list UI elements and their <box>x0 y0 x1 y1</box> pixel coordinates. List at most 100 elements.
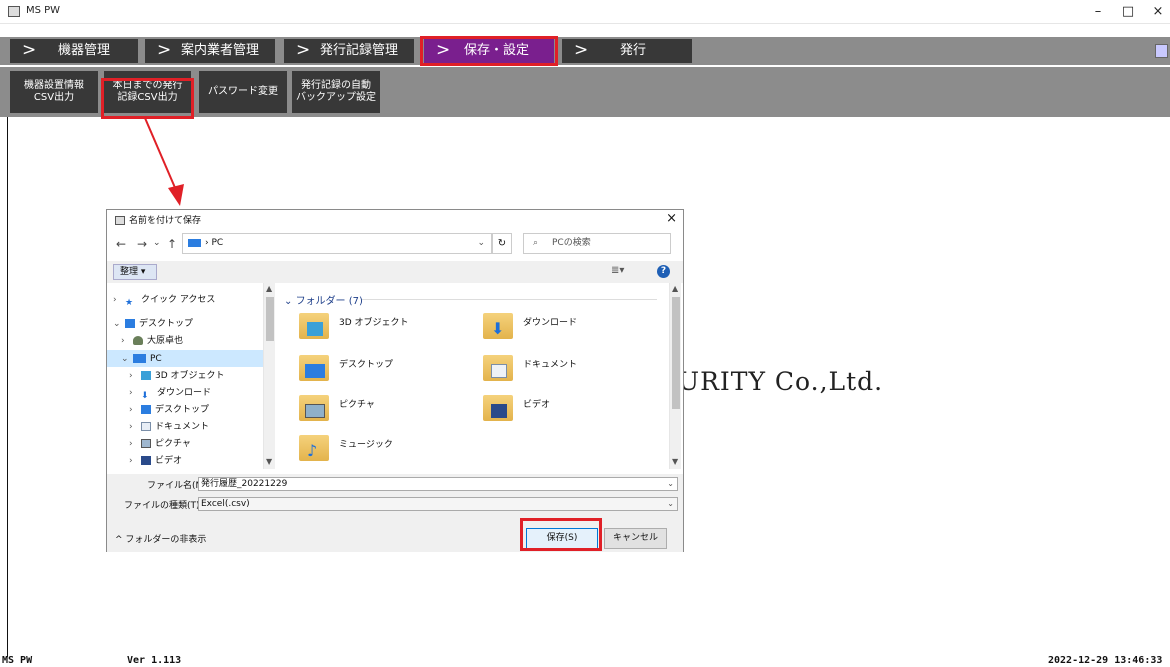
help-icon[interactable]: ? <box>657 265 670 278</box>
tab-save-settings[interactable]: > 保存・設定 <box>424 39 554 63</box>
status-app-name: MS PW <box>2 655 33 666</box>
close-button[interactable]: × <box>1143 2 1170 22</box>
view-options-icon[interactable]: ≣▾ <box>611 265 624 276</box>
filetype-value: Excel(.csv) <box>201 499 250 509</box>
folder-documents[interactable]: ドキュメント <box>483 353 663 389</box>
folder-icon <box>299 355 329 381</box>
auto-backup-settings-button[interactable]: 発行記録の自動 バックアップ設定 <box>292 71 380 113</box>
organize-button[interactable]: 整理 ▾ <box>113 264 157 280</box>
files-scrollbar[interactable]: ▲ ▼ <box>669 283 681 469</box>
folder-label: デスクトップ <box>339 360 394 370</box>
dialog-title: 名前を付けて保存 <box>115 213 201 226</box>
dialog-close-icon[interactable]: × <box>666 211 677 226</box>
chevron-down-icon[interactable]: ⌄ <box>284 296 296 307</box>
folder-label: ミュージック <box>339 440 393 450</box>
cancel-button[interactable]: キャンセル <box>604 528 667 549</box>
folder-videos[interactable]: ビデオ <box>483 393 663 429</box>
download-arrow-icon: ⬇ <box>491 319 505 338</box>
scroll-up-icon[interactable]: ▲ <box>266 284 272 293</box>
scroll-thumb[interactable] <box>266 297 274 341</box>
address-bar[interactable]: › PC ⌄ <box>182 233 492 254</box>
folder-group-header: ⌄ フォルダー (7) <box>284 292 657 307</box>
expand-arrow-icon[interactable]: › <box>113 292 125 308</box>
refresh-button[interactable]: ↻ <box>492 233 512 254</box>
tree-item-3d-objects[interactable]: › 3D オブジェクト <box>129 368 225 384</box>
up-arrow-icon[interactable]: ↑ <box>167 237 177 251</box>
tree-item-desktop-2[interactable]: › デスクトップ <box>129 402 209 418</box>
expand-arrow-icon[interactable]: › <box>129 368 141 384</box>
chevron-down-icon[interactable]: ⌄ <box>477 234 485 253</box>
folder-3d-objects[interactable]: 3D オブジェクト <box>299 311 479 347</box>
back-arrow-icon[interactable]: ← <box>116 237 126 251</box>
desktop-icon <box>125 319 135 328</box>
tab-label: 機器管理 <box>58 43 111 58</box>
picture-icon <box>141 439 151 448</box>
tree-item-desktop[interactable]: ⌄ デスクトップ <box>113 316 193 332</box>
change-password-button[interactable]: パスワード変更 <box>199 71 287 113</box>
tab-equipment[interactable]: > 機器管理 <box>10 39 138 63</box>
folder-label: ダウンロード <box>523 318 578 328</box>
expand-arrow-icon[interactable]: ⌄ <box>121 351 133 367</box>
recent-chevron-icon[interactable]: ⌄ <box>153 238 161 248</box>
chevron-right-icon: > <box>157 40 172 60</box>
tree-item-downloads[interactable]: › ⬇ ダウンロード <box>129 385 211 401</box>
folder-icon <box>483 355 513 381</box>
chevron-right-icon: > <box>574 40 589 60</box>
tab-guide-vendors[interactable]: > 案内業者管理 <box>145 39 275 63</box>
expand-arrow-icon[interactable]: › <box>129 385 141 401</box>
tree-scrollbar[interactable]: ▲ ▼ <box>263 283 275 469</box>
chevron-up-icon: ^ <box>115 535 126 545</box>
desktop-icon <box>305 364 325 378</box>
scroll-thumb[interactable] <box>672 297 680 409</box>
maximize-button[interactable]: □ <box>1113 2 1143 22</box>
star-icon: ★ <box>125 298 134 308</box>
tab-issue[interactable]: > 発行 <box>562 39 692 63</box>
expand-arrow-icon[interactable]: › <box>129 453 141 469</box>
tree-label: 大原卓也 <box>147 336 184 346</box>
expand-arrow-icon[interactable]: › <box>129 419 141 435</box>
tab-label: 発行記録管理 <box>320 43 399 58</box>
chevron-right-icon: > <box>22 40 37 60</box>
status-version: Ver 1.113 <box>127 655 182 666</box>
folder-icon <box>483 395 513 421</box>
filetype-select[interactable]: Excel(.csv) ⌄ <box>198 497 678 511</box>
scroll-down-icon[interactable]: ▼ <box>672 457 678 466</box>
save-button[interactable]: 保存(S) <box>526 528 598 549</box>
chevron-down-icon[interactable]: ⌄ <box>667 498 674 510</box>
tree-item-quick-access[interactable]: › ★ クイック アクセス <box>113 292 215 308</box>
tree-item-videos[interactable]: › ビデオ <box>129 453 182 469</box>
hide-folders-toggle[interactable]: ^ フォルダーの非表示 <box>115 532 206 545</box>
expand-arrow-icon[interactable]: › <box>129 436 141 452</box>
dialog-icon <box>115 216 125 225</box>
export-issue-records-csv-button[interactable]: 本日までの発行 記録CSV出力 <box>104 71 191 113</box>
scroll-down-icon[interactable]: ▼ <box>266 457 272 466</box>
dialog-toolbar: 整理 ▾ ≣▾ ? <box>107 261 683 283</box>
folder-label: 3D オブジェクト <box>339 318 409 328</box>
expand-arrow-icon[interactable]: › <box>129 402 141 418</box>
search-input[interactable]: ⌕ PCの検索 <box>523 233 671 254</box>
tab-label: 保存・設定 <box>464 43 530 58</box>
minimize-button[interactable]: – <box>1083 2 1113 22</box>
folder-pictures[interactable]: ピクチャ <box>299 393 479 429</box>
folder-label: ドキュメント <box>523 360 578 370</box>
folder-desktop[interactable]: デスクトップ <box>299 353 479 389</box>
folder-label: ビデオ <box>523 400 551 410</box>
folder-downloads[interactable]: ⬇ ダウンロード <box>483 311 663 347</box>
expand-arrow-icon[interactable]: ⌄ <box>113 316 125 332</box>
tree-item-documents[interactable]: › ドキュメント <box>129 419 209 435</box>
tree-item-pictures[interactable]: › ピクチャ <box>129 436 191 452</box>
forward-arrow-icon[interactable]: → <box>137 237 147 251</box>
panel-toggle-icon[interactable] <box>1155 44 1168 58</box>
tree-item-user[interactable]: › 大原卓也 <box>121 333 183 349</box>
scroll-up-icon[interactable]: ▲ <box>672 284 678 293</box>
tab-issue-records[interactable]: > 発行記録管理 <box>284 39 414 63</box>
folder-icon: ♪ <box>299 435 329 461</box>
tree-label: デスクトップ <box>139 319 194 329</box>
folder-music[interactable]: ♪ ミュージック <box>299 433 479 469</box>
filename-input[interactable]: 発行履歴_20221229 ⌄ <box>198 477 678 491</box>
export-equipment-csv-button[interactable]: 機器設置情報 CSV出力 <box>10 71 98 113</box>
tree-item-pc[interactable]: ⌄ PC <box>121 351 162 367</box>
chevron-down-icon[interactable]: ⌄ <box>667 478 674 490</box>
document-icon <box>141 422 151 431</box>
expand-arrow-icon[interactable]: › <box>121 333 133 349</box>
